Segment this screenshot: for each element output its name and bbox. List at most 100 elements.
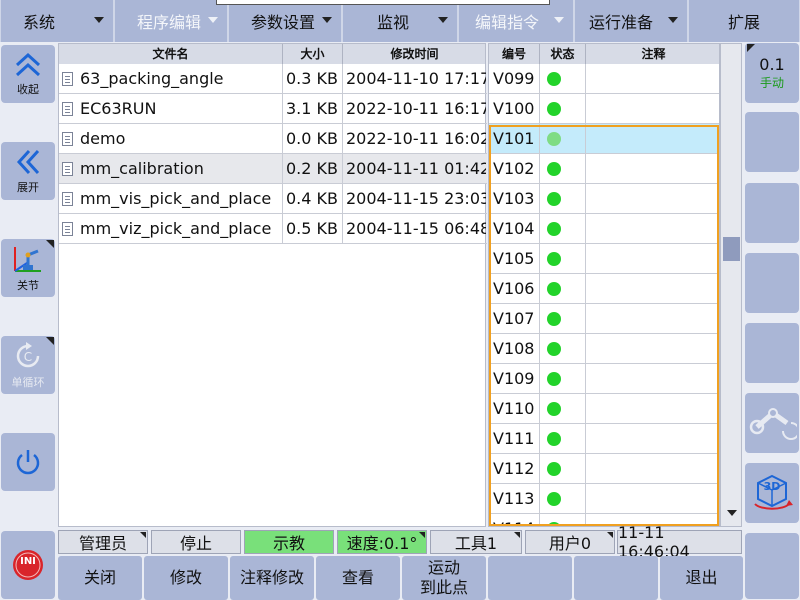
variable-status-cell xyxy=(540,304,586,334)
menu-program-edit[interactable]: 程序编辑 xyxy=(115,0,227,42)
file-row[interactable]: mm_vis_pick_and_place 0.4 KB 2004-11-15 … xyxy=(59,184,487,214)
expand-button[interactable]: 展开 xyxy=(1,142,55,200)
variable-id: V107 xyxy=(489,304,540,334)
status-dot-icon xyxy=(547,252,561,266)
status-tool[interactable]: 工具1 xyxy=(430,530,522,554)
file-name-cell: 63_packing_angle xyxy=(59,64,283,94)
mode-label: 手动 xyxy=(759,76,784,90)
menu-system[interactable]: 系统 xyxy=(1,0,113,42)
variable-row[interactable]: V105 xyxy=(489,244,719,274)
status-user[interactable]: 用户0 xyxy=(525,530,615,554)
side-button-empty-5[interactable] xyxy=(745,533,799,599)
status-speed[interactable]: 速度:0.1° xyxy=(337,530,427,554)
variable-row[interactable]: V109 xyxy=(489,364,719,394)
header-status: 状态 xyxy=(540,44,586,64)
file-icon xyxy=(62,192,73,206)
variable-scrollbar[interactable] xyxy=(720,43,742,527)
variable-row-selected[interactable]: V101 xyxy=(489,124,719,154)
variable-status-cell xyxy=(540,364,586,394)
variable-row[interactable]: V102 xyxy=(489,154,719,184)
variable-id: V106 xyxy=(489,274,540,304)
cycle-icon: C xyxy=(16,342,40,368)
variable-id: V112 xyxy=(489,454,540,484)
status-dot-icon xyxy=(547,132,561,146)
status-dot-icon xyxy=(547,522,561,526)
close-button[interactable]: 关闭 xyxy=(58,556,142,600)
single-loop-button[interactable]: C 单循环 xyxy=(1,336,55,394)
comment-modify-button[interactable]: 注释修改 xyxy=(230,556,314,600)
variable-row[interactable]: V112 xyxy=(489,454,719,484)
variable-row[interactable]: V110 xyxy=(489,394,719,424)
menu-extend[interactable]: 扩展 xyxy=(689,0,799,42)
menu-run-prep-label: 运行准备 xyxy=(589,13,654,32)
variable-row[interactable]: V103 xyxy=(489,184,719,214)
variable-status-cell xyxy=(540,394,586,424)
variable-comment xyxy=(586,154,719,184)
file-name: mm_vis_pick_and_place xyxy=(80,189,272,208)
joint-coord-button[interactable]: 关节 xyxy=(1,239,55,297)
ini-button[interactable]: INI xyxy=(1,531,55,599)
menu-monitor-label: 监视 xyxy=(377,13,410,32)
expand-label: 展开 xyxy=(17,181,39,194)
file-icon xyxy=(62,72,73,86)
file-size: 0.4 KB xyxy=(283,184,343,214)
menu-edit-command[interactable]: 编辑指令 xyxy=(459,0,573,42)
variable-status-cell xyxy=(540,94,586,124)
variable-row[interactable]: V111 xyxy=(489,424,719,454)
menu-monitor[interactable]: 监视 xyxy=(343,0,457,42)
file-name: demo xyxy=(80,129,126,148)
file-row[interactable]: mm_viz_pick_and_place 0.5 KB 2004-11-15 … xyxy=(59,214,487,244)
status-role[interactable]: 管理员 xyxy=(58,530,148,554)
bottom-button-empty-2[interactable] xyxy=(574,556,658,600)
menu-run-prep[interactable]: 运行准备 xyxy=(575,0,687,42)
file-size: 0.2 KB xyxy=(283,154,343,184)
variable-row[interactable]: V104 xyxy=(489,214,719,244)
collapse-button[interactable]: 收起 xyxy=(1,45,55,103)
variable-row[interactable]: V107 xyxy=(489,304,719,334)
corner-marker xyxy=(514,532,520,538)
variable-row[interactable]: V099 xyxy=(489,64,719,94)
view-button[interactable]: 查看 xyxy=(316,556,400,600)
power-button[interactable] xyxy=(1,433,55,491)
side-button-empty-3[interactable] xyxy=(745,253,799,313)
variable-comment xyxy=(586,364,719,394)
variable-row[interactable]: V113 xyxy=(489,484,719,514)
menu-params[interactable]: 参数设置 xyxy=(229,0,341,42)
robot-arm-button[interactable] xyxy=(745,393,799,453)
variable-status-cell xyxy=(540,184,586,214)
speed-value: 0.1 xyxy=(759,55,785,74)
side-button-empty-2[interactable] xyxy=(745,183,799,243)
chevron-down-icon xyxy=(208,17,218,23)
variable-row[interactable]: V100 xyxy=(489,94,719,124)
variable-row[interactable]: V106 xyxy=(489,274,719,304)
menu-edit-command-label: 编辑指令 xyxy=(475,13,540,32)
speed-mode-button[interactable]: 0.1 手动 xyxy=(745,43,799,103)
close-button-label: 关闭 xyxy=(83,568,116,587)
modify-button[interactable]: 修改 xyxy=(144,556,228,600)
side-button-empty-4[interactable] xyxy=(745,323,799,383)
file-time: 2004-11-15 23:03 xyxy=(346,189,486,208)
variable-status-cell xyxy=(540,244,586,274)
file-row[interactable]: EC63RUN 3.1 KB 2022-10-11 16:17 xyxy=(59,94,487,124)
exit-button[interactable]: 退出 xyxy=(660,556,743,600)
variable-comment xyxy=(586,454,719,484)
variable-comment xyxy=(586,94,719,124)
file-row[interactable]: 63_packing_angle 0.3 KB 2004-11-10 17:17 xyxy=(59,64,487,94)
top-menu-bar: 系统 程序编辑 参数设置 监视 编辑指令 运行准备 扩展 xyxy=(0,0,800,42)
menu-system-label: 系统 xyxy=(23,13,56,32)
file-row[interactable]: demo 0.0 KB 2022-10-11 16:02 xyxy=(59,124,487,154)
bottom-button-empty-1[interactable] xyxy=(488,556,572,600)
file-row-selected[interactable]: mm_calibration 0.2 KB 2004-11-11 01:42 xyxy=(59,154,487,184)
3d-view-button[interactable]: 3D xyxy=(745,463,799,523)
status-dot-icon xyxy=(547,72,561,86)
scrollbar-thumb[interactable] xyxy=(723,237,740,261)
move-to-point-button[interactable]: 运动 到此点 xyxy=(402,556,486,600)
side-button-empty-1[interactable] xyxy=(745,112,799,172)
file-size: 0.3 KB xyxy=(283,64,343,94)
header-modified: 修改时间 xyxy=(390,47,439,61)
scroll-down-arrow-icon[interactable] xyxy=(727,510,737,516)
variable-row[interactable]: V108 xyxy=(489,334,719,364)
corner-marker xyxy=(607,532,613,538)
variable-status-cell xyxy=(540,484,586,514)
header-comment: 注释 xyxy=(641,47,666,61)
